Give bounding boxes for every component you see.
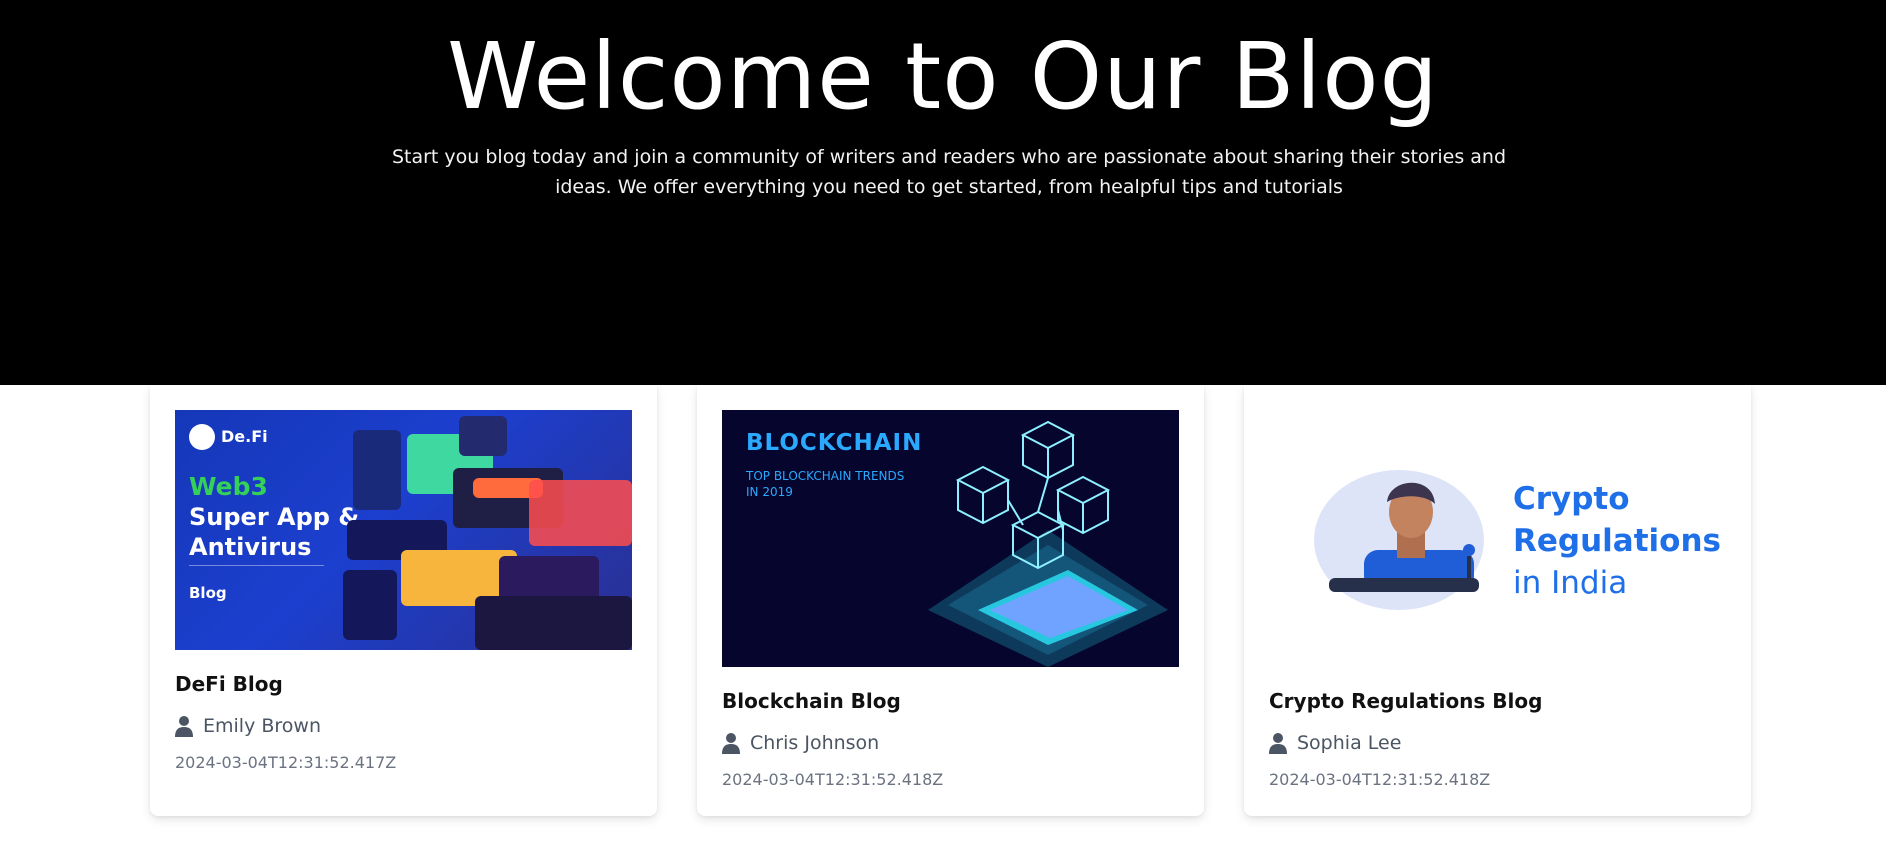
image-headline: Web3 [189,472,268,501]
blog-card-blockchain[interactable]: BLOCKCHAIN TOP BLOCKCHAIN TRENDS IN 2019 [697,385,1204,816]
person-at-desk-illustration [1314,470,1484,610]
user-icon [1269,733,1287,754]
image-divider [189,565,324,566]
user-icon [175,716,193,737]
blog-card-image[interactable]: BLOCKCHAIN TOP BLOCKCHAIN TRENDS IN 2019 [722,410,1179,667]
post-date: 2024-03-04T12:31:52.418Z [1269,770,1491,789]
post-author: Sophia Lee [1269,732,1401,754]
image-tile [475,596,632,650]
post-title[interactable]: Blockchain Blog [722,689,901,713]
post-title[interactable]: Crypto Regulations Blog [1269,689,1542,713]
blog-card-defi[interactable]: De.Fi Web3 Super App & Antivirus Blog De… [150,385,657,816]
author-name: Sophia Lee [1297,732,1402,754]
image-brand-text: De.Fi [221,427,268,446]
image-tile [529,480,632,546]
image-tile [343,570,397,640]
post-date: 2024-03-04T12:31:52.418Z [722,770,944,789]
defi-logo-icon [189,424,215,450]
image-headline: BLOCKCHAIN [746,430,923,456]
blockchain-cubes-illustration [928,420,1168,667]
blog-card-crypto-regulations[interactable]: Crypto Regulations in India Crypto Regul… [1244,385,1751,816]
author-name: Emily Brown [203,715,321,737]
post-author: Chris Johnson [722,732,879,754]
image-tag: Blog [189,584,227,602]
page-title: Welcome to Our Blog [447,23,1439,130]
post-author: Emily Brown [175,715,321,737]
author-name: Chris Johnson [750,732,880,754]
user-icon [722,733,740,754]
post-title[interactable]: DeFi Blog [175,672,283,696]
blog-card-image[interactable]: De.Fi Web3 Super App & Antivirus Blog [175,410,632,650]
post-date: 2024-03-04T12:31:52.417Z [175,753,397,772]
image-caption: TOP BLOCKCHAIN TRENDS IN 2019 [746,469,905,499]
blog-card-image[interactable]: Crypto Regulations in India [1269,410,1726,667]
image-subheadline: Super App & Antivirus [189,503,360,561]
hero-subtitle: Start you blog today and join a communit… [391,146,1507,198]
image-tile [459,416,507,456]
image-headline: Crypto Regulations in India [1513,481,1721,601]
hero-section: Welcome to Our Blog Start you blog today… [0,0,1886,385]
image-tile [353,430,401,510]
